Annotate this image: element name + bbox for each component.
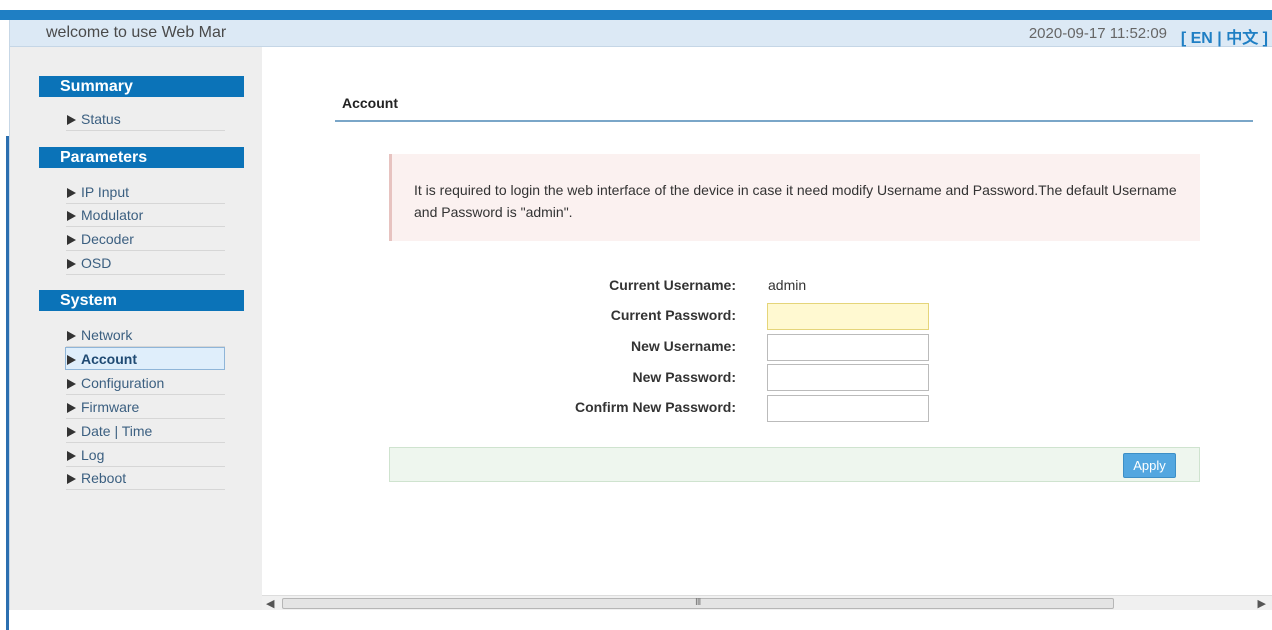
arrow-right-icon — [67, 355, 76, 365]
arrow-right-icon — [67, 379, 76, 389]
new-username-field[interactable] — [767, 334, 929, 361]
sidebar: Summary Status Parameters IP Input Modul… — [10, 47, 262, 610]
horizontal-scrollbar[interactable]: ◀ III ▶ — [262, 595, 1272, 610]
lang-zh-link[interactable]: 中文 — [1226, 30, 1258, 47]
arrow-right-icon — [67, 403, 76, 413]
page-title: Account — [342, 95, 398, 111]
left-edge — [0, 20, 10, 630]
current-username-value: admin — [768, 277, 807, 293]
arrow-right-icon — [67, 259, 76, 269]
right-edge — [1266, 47, 1272, 595]
confirm-password-label: Confirm New Password: — [574, 399, 736, 415]
section-system-title: System — [39, 290, 244, 311]
scrollbar-grip: III — [695, 597, 701, 608]
scrollbar-thumb[interactable]: III — [282, 597, 1114, 609]
sidebar-item-label: OSD — [81, 255, 112, 271]
sidebar-item-firmware[interactable]: Firmware — [66, 396, 225, 419]
arrow-right-icon — [67, 331, 76, 341]
sidebar-item-label: IP Input — [81, 184, 130, 200]
top-blue-bar — [0, 10, 1272, 20]
sidebar-item-date-time[interactable]: Date | Time — [66, 420, 225, 443]
arrow-right-icon — [67, 451, 76, 461]
header-bar: welcome to use Web Mar 2020-09-17 11:52:… — [10, 20, 1272, 47]
arrow-right-icon — [67, 235, 76, 245]
arrow-right-icon — [67, 188, 76, 198]
confirm-password-field[interactable] — [767, 395, 929, 422]
arrow-right-icon — [67, 474, 76, 484]
lang-en-link[interactable]: EN — [1191, 30, 1213, 47]
browser-frame: welcome to use Web Mar 2020-09-17 11:52:… — [0, 0, 1272, 630]
apply-bar: Apply — [389, 447, 1200, 482]
new-username-label: New Username: — [630, 338, 736, 354]
left-edge-bar — [6, 136, 9, 630]
current-password-label: Current Password: — [610, 307, 736, 323]
lang-bracket-open: [ — [1180, 30, 1187, 47]
notice-box: It is required to login the web interfac… — [389, 154, 1200, 241]
sidebar-item-log[interactable]: Log — [66, 444, 225, 467]
main-content: Account It is required to login the web … — [262, 47, 1272, 595]
sidebar-item-network[interactable]: Network — [66, 324, 225, 347]
current-username-label: Current Username: — [609, 277, 736, 293]
sidebar-item-label: Date | Time — [81, 423, 153, 439]
sidebar-item-reboot[interactable]: Reboot — [66, 467, 225, 490]
section-parameters-title: Parameters — [39, 147, 244, 168]
datetime-text: 2020-09-17 11:52:09 — [1028, 25, 1167, 42]
scroll-left-icon[interactable]: ◀ — [266, 597, 274, 610]
sidebar-item-configuration[interactable]: Configuration — [66, 372, 225, 395]
lang-bracket-close: ] — [1262, 30, 1268, 47]
top-strip — [0, 0, 1272, 10]
sidebar-item-status[interactable]: Status — [66, 108, 225, 131]
scroll-right-icon[interactable]: ▶ — [1258, 597, 1266, 610]
arrow-right-icon — [67, 427, 76, 437]
apply-button[interactable]: Apply — [1123, 453, 1176, 478]
sidebar-item-ip-input[interactable]: IP Input — [66, 181, 225, 204]
new-password-field[interactable] — [767, 364, 929, 391]
sidebar-item-label: Firmware — [81, 399, 140, 415]
sidebar-item-label: Status — [81, 111, 121, 127]
arrow-right-icon — [67, 211, 76, 221]
title-divider — [335, 120, 1253, 122]
language-switcher: [ EN | 中文 ] — [1181, 24, 1268, 48]
sidebar-item-label: Log — [81, 447, 105, 463]
sidebar-item-label: Network — [81, 327, 133, 343]
sidebar-item-label: Decoder — [81, 231, 134, 247]
sidebar-item-label: Reboot — [81, 470, 127, 486]
sidebar-item-label: Modulator — [81, 207, 144, 223]
sidebar-item-label: Configuration — [81, 375, 165, 391]
lang-separator: | — [1217, 30, 1227, 47]
welcome-text: welcome to use Web Mar — [46, 24, 227, 41]
arrow-right-icon — [67, 115, 76, 125]
new-password-label: New Password: — [632, 369, 736, 385]
sidebar-item-modulator[interactable]: Modulator — [66, 204, 225, 227]
section-summary-title: Summary — [39, 76, 244, 97]
sidebar-item-label: Account — [81, 351, 137, 367]
sidebar-item-osd[interactable]: OSD — [66, 252, 225, 275]
notice-text: It is required to login the web interfac… — [414, 182, 1177, 220]
current-password-field[interactable] — [767, 303, 929, 330]
sidebar-item-decoder[interactable]: Decoder — [66, 228, 225, 251]
sidebar-item-account[interactable]: Account — [65, 347, 225, 370]
